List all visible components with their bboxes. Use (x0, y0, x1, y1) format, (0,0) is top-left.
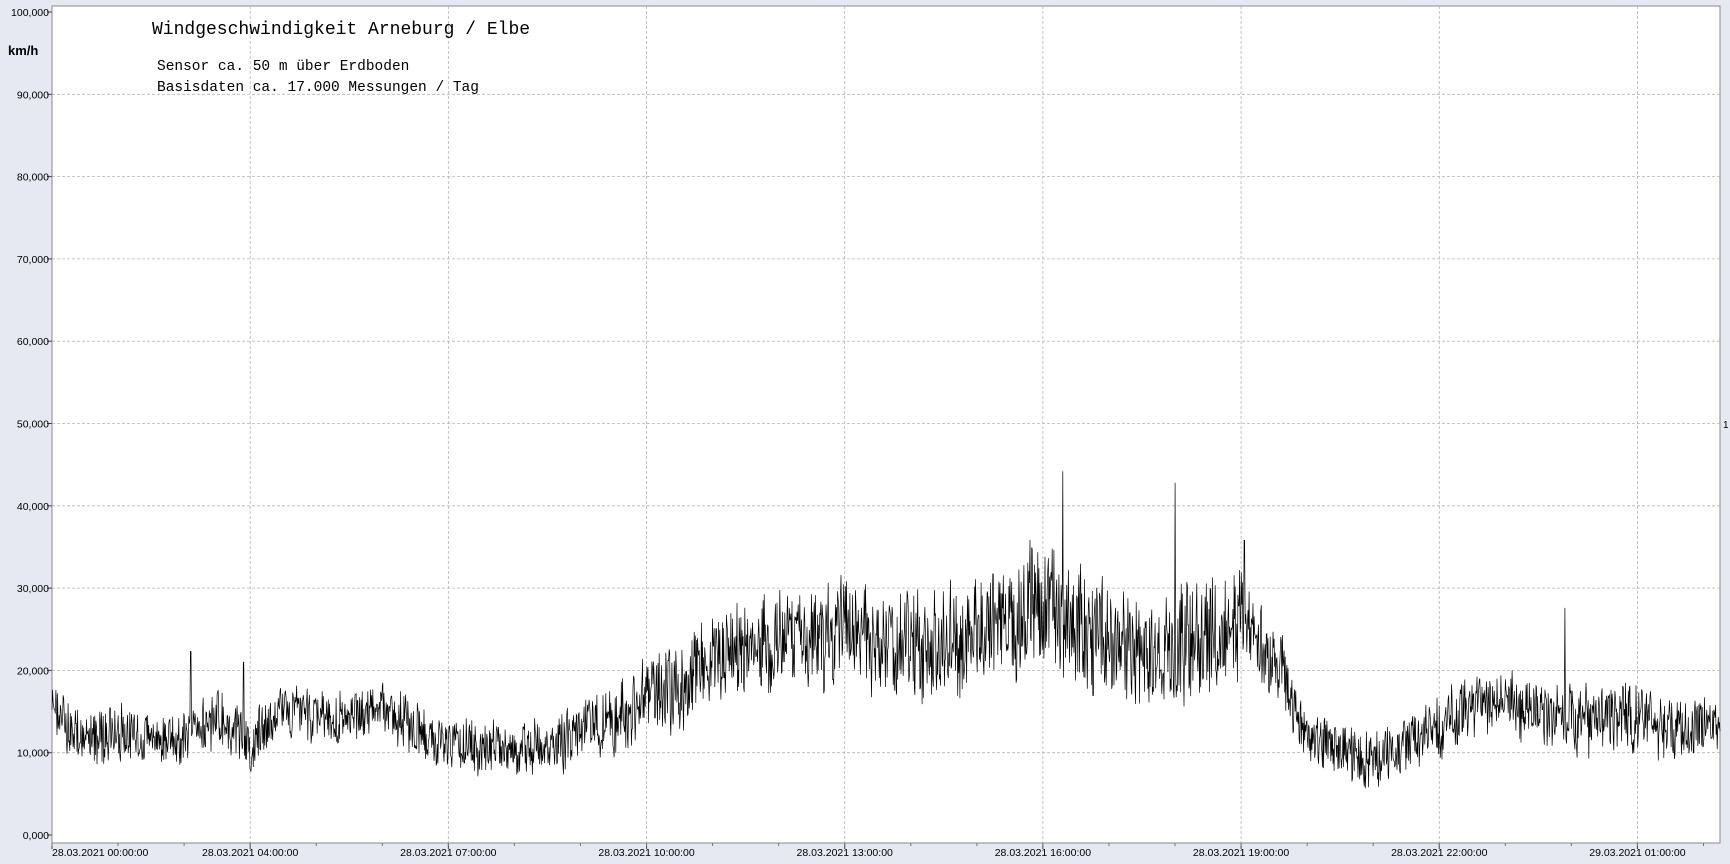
x-tick-label: 28.03.2021 13:00:00 (797, 847, 894, 859)
right-edge-marker: 1 (1723, 420, 1729, 431)
y-tick-label: 0,000 (23, 830, 49, 842)
y-tick-label: 70,000 (17, 254, 49, 266)
x-tick-label: 28.03.2021 00:00:00 (52, 847, 149, 859)
x-tick-label: 28.03.2021 22:00:00 (1391, 847, 1488, 859)
y-tick-label: 50,000 (17, 419, 49, 431)
x-tick-label: 28.03.2021 19:00:00 (1193, 847, 1290, 859)
plot-area (51, 5, 1721, 844)
chart-subtitle-basisdaten: Basisdaten ca. 17.000 Messungen / Tag (157, 80, 479, 96)
chart-title: Windgeschwindigkeit Arneburg / Elbe (152, 20, 530, 40)
y-tick-label: 10,000 (17, 748, 49, 760)
y-axis-ticks: 0,000 10,000 20,000 30,000 40,000 50,000 60,00… (11, 7, 52, 842)
chart-subtitle-sensor: Sensor ca. 50 m über Erdboden (157, 59, 409, 75)
x-tick-label: 28.03.2021 07:00:00 (400, 847, 497, 859)
y-axis-label: km/h (8, 43, 38, 58)
y-tick-label: 20,000 (17, 665, 49, 677)
x-tick-label: 28.03.2021 04:00:00 (202, 847, 299, 859)
y-tick-label: 40,000 (17, 501, 49, 513)
x-axis-ticks: 28.03.2021 00:00:00 28.03.2021 04:00:00 28… (51, 843, 1704, 859)
y-tick-label: 30,000 (17, 583, 49, 595)
x-tick-label: 28.03.2021 10:00:00 (598, 847, 695, 859)
y-tick-label: 80,000 (17, 172, 49, 184)
x-tick-label: 29.03.2021 01:00:00 (1589, 847, 1686, 859)
y-tick-label: 100,000 (11, 7, 49, 19)
y-tick-label: 90,000 (17, 89, 49, 101)
x-tick-label: 28.03.2021 16:00:00 (995, 847, 1092, 859)
wind-speed-chart: 0,000 10,000 20,000 30,000 40,000 50,000 60,00… (8, 5, 1729, 859)
y-tick-label: 60,000 (17, 336, 49, 348)
